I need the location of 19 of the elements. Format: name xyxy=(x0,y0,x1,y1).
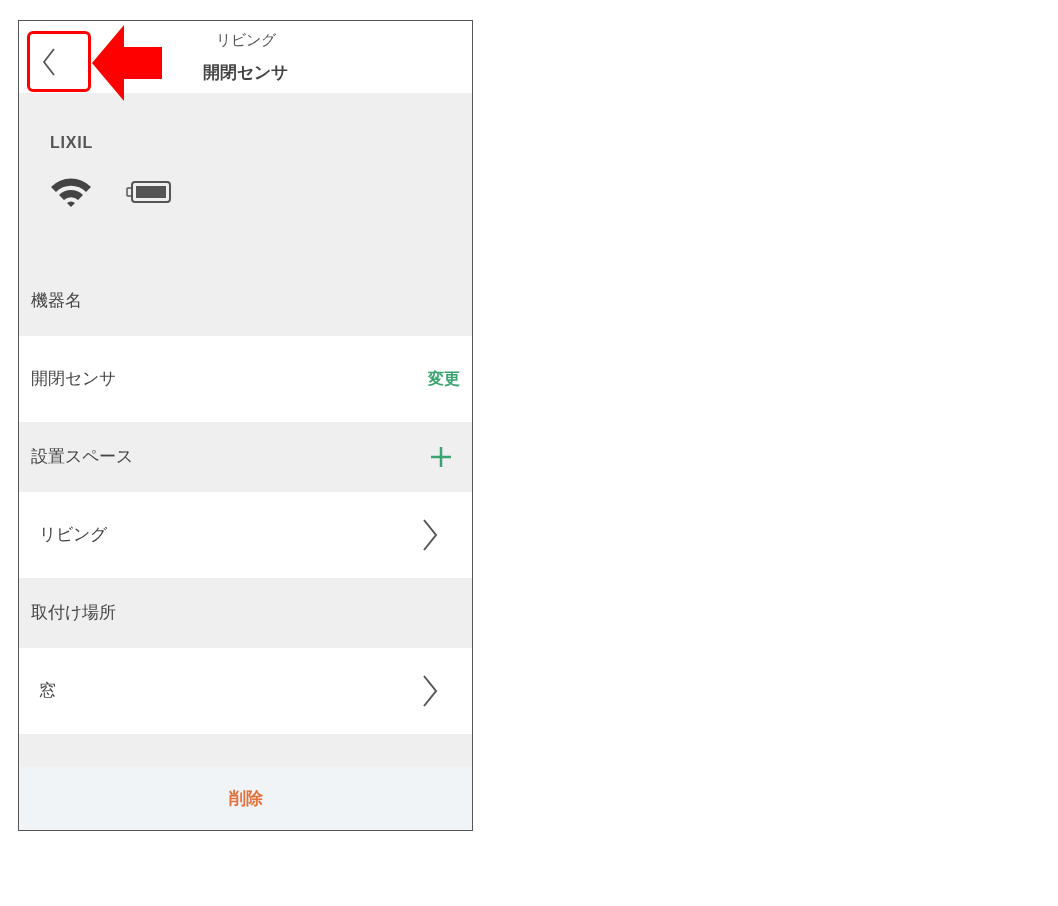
edit-link[interactable]: 変更 xyxy=(428,367,460,391)
row-value: リビング xyxy=(38,524,107,547)
wifi-icon xyxy=(50,177,92,207)
plus-icon xyxy=(430,446,452,468)
back-icon xyxy=(42,46,56,77)
chevron-right-icon xyxy=(422,674,438,708)
brand-label: LIXIL xyxy=(50,133,95,153)
row-value: 開閉センサ xyxy=(31,368,116,391)
chevron-right-icon xyxy=(422,518,438,552)
section-label: 設置スペース xyxy=(31,446,133,469)
row-value: 窓 xyxy=(38,680,56,703)
header-subtitle: リビング xyxy=(215,30,276,50)
add-button[interactable] xyxy=(430,445,454,469)
section-label: 取付け場所 xyxy=(31,602,116,625)
section-label: 機器名 xyxy=(31,290,82,313)
delete-button[interactable]: 削除 xyxy=(19,767,472,830)
battery-icon xyxy=(126,180,172,204)
back-button[interactable] xyxy=(27,31,91,92)
header-title: 開閉センサ xyxy=(203,61,288,84)
